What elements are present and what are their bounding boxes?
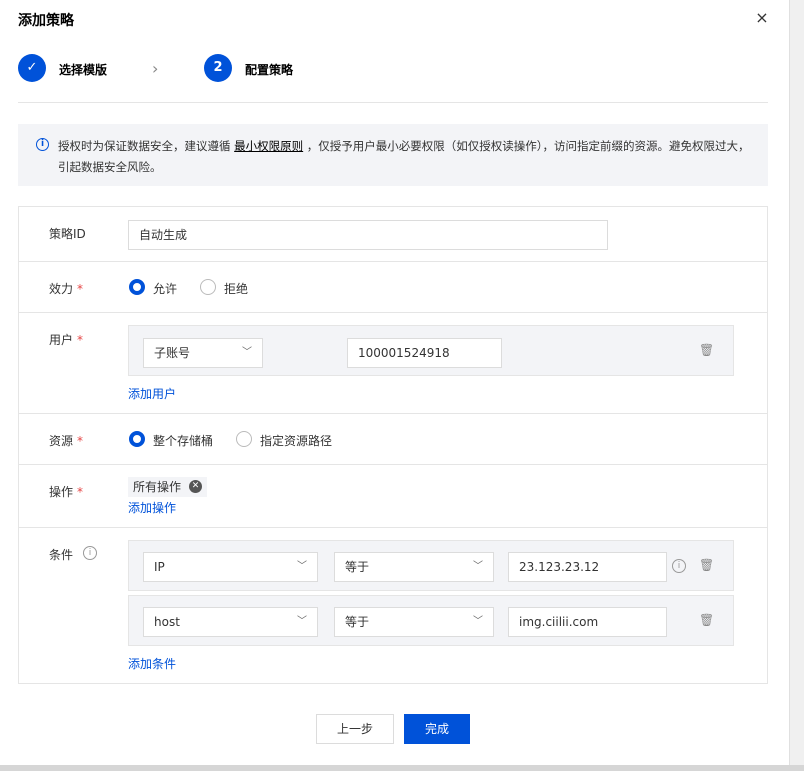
user-type-select[interactable]: 子账号 ﹀ — [143, 338, 263, 368]
least-privilege-link[interactable]: 最小权限原则 — [234, 139, 303, 153]
radio-whole-bucket[interactable] — [129, 431, 145, 447]
condition-key-value: IP — [154, 560, 165, 574]
stepper: ✓ 选择模版 › 2 配置策略 — [18, 54, 768, 84]
policy-id-label: 策略ID — [49, 227, 86, 241]
trash-icon[interactable]: 🗑 — [699, 613, 714, 627]
row-user: 用户 * 子账号 ﹀ 100001524918 🗑 添加用户 — [19, 313, 767, 414]
user-type-value: 子账号 — [154, 346, 191, 360]
trash-icon[interactable]: 🗑 — [699, 558, 714, 572]
condition-op-select[interactable]: 等于 ﹀ — [334, 552, 494, 582]
radio-allow[interactable] — [129, 279, 145, 295]
user-id-input[interactable]: 100001524918 — [347, 338, 502, 368]
row-action: 操作 * 所有操作 ✕ 添加操作 — [19, 465, 767, 528]
steps-divider — [18, 102, 768, 103]
policy-form: 策略ID 自动生成 效力 * 允许 拒绝 用户 * 子账号 ﹀ 1000015249… — [18, 206, 768, 684]
row-effect: 效力 * 允许 拒绝 — [19, 262, 767, 313]
close-icon[interactable]: × — [755, 9, 769, 27]
row-condition: 条件 i IP ﹀ 等于 ﹀ 23.123.23.12 i 🗑 host ﹀ 等… — [19, 528, 767, 684]
add-action-link[interactable]: 添加操作 — [128, 499, 176, 516]
step-label-template: 选择模版 — [59, 63, 108, 77]
effect-label: 效力 * — [49, 282, 84, 296]
condition-key-select[interactable]: IP ﹀ — [143, 552, 318, 582]
radio-deny[interactable] — [200, 279, 216, 295]
radio-allow-label: 允许 — [153, 282, 178, 296]
radio-whole-bucket-label: 整个存储桶 — [153, 434, 214, 448]
security-notice: i 授权时为保证数据安全，建议遵循 最小权限原则 ，仅授予用户最小必要权限（如仅… — [18, 124, 768, 186]
backdrop-bottom — [0, 765, 804, 771]
chevron-down-icon: ﹀ — [297, 561, 307, 572]
condition-key-select[interactable]: host ﹀ — [143, 607, 318, 637]
row-resource: 资源 * 整个存储桶 指定资源路径 — [19, 414, 767, 465]
row-policy-id: 策略ID 自动生成 — [19, 207, 767, 262]
info-icon: i — [36, 138, 49, 151]
chevron-down-icon: ﹀ — [242, 347, 252, 358]
radio-resource-path[interactable] — [236, 431, 252, 447]
condition-op-value: 等于 — [345, 560, 370, 574]
policy-id-input[interactable]: 自动生成 — [128, 220, 608, 250]
notice-text-before: 授权时为保证数据安全，建议遵循 — [58, 139, 235, 153]
action-label: 操作 * — [49, 485, 84, 499]
info-icon[interactable]: i — [672, 559, 686, 573]
condition-value-input[interactable]: img.ciilii.com — [508, 607, 667, 637]
add-policy-dialog: 添加策略 × ✓ 选择模版 › 2 配置策略 i 授权时为保证数据安全，建议遵循… — [0, 0, 790, 765]
user-label: 用户 * — [49, 333, 84, 347]
add-user-link[interactable]: 添加用户 — [128, 385, 176, 402]
prev-step-button[interactable]: 上一步 — [316, 714, 394, 744]
check-icon: ✓ — [18, 54, 46, 82]
backdrop-right — [790, 0, 804, 771]
chevron-down-icon: ﹀ — [473, 561, 483, 572]
condition-op-select[interactable]: 等于 ﹀ — [334, 607, 494, 637]
close-icon[interactable]: ✕ — [189, 480, 203, 493]
info-icon[interactable]: i — [83, 546, 97, 560]
chevron-down-icon: ﹀ — [297, 616, 307, 627]
add-condition-link[interactable]: 添加条件 — [128, 655, 176, 672]
condition-row: IP ﹀ 等于 ﹀ 23.123.23.12 i 🗑 — [128, 540, 734, 591]
condition-key-value: host — [154, 615, 180, 629]
chevron-right-icon: › — [152, 59, 159, 78]
done-button[interactable]: 完成 — [404, 714, 470, 744]
condition-value-input[interactable]: 23.123.23.12 — [508, 552, 667, 582]
step-number-2: 2 — [204, 54, 232, 82]
action-tag-label: 所有操作 — [133, 480, 182, 494]
resource-label: 资源 * — [49, 434, 84, 448]
condition-label: 条件 — [49, 548, 74, 562]
radio-resource-path-label: 指定资源路径 — [260, 434, 333, 448]
trash-icon[interactable]: 🗑 — [699, 343, 714, 357]
radio-deny-label: 拒绝 — [224, 282, 249, 296]
action-tag: 所有操作 ✕ — [128, 477, 208, 497]
step-label-config: 配置策略 — [245, 63, 294, 77]
condition-op-value: 等于 — [345, 615, 370, 629]
user-entry: 子账号 ﹀ 100001524918 🗑 — [128, 325, 734, 376]
dialog-title: 添加策略 — [18, 13, 74, 29]
chevron-down-icon: ﹀ — [473, 616, 483, 627]
condition-row: host ﹀ 等于 ﹀ img.ciilii.com 🗑 — [128, 595, 734, 646]
